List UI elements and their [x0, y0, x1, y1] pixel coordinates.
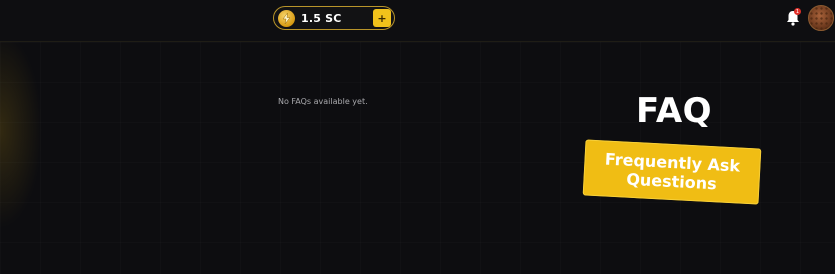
faq-page: 1.5 SC + 1 No FAQs available yet. FAQ Fr…: [0, 0, 835, 274]
add-funds-button[interactable]: +: [373, 9, 391, 27]
lightning-coin-icon: [278, 9, 295, 27]
avatar-texture: [809, 6, 833, 30]
faq-subtitle: Frequently Ask Questions: [604, 149, 741, 194]
top-bar: 1.5 SC + 1: [0, 0, 835, 42]
avatar[interactable]: [808, 5, 834, 31]
notification-badge: 1: [794, 8, 801, 15]
balance-amount: 1.5 SC: [301, 11, 342, 25]
faq-subtitle-sticker: Frequently Ask Questions: [582, 139, 762, 205]
balance-pill[interactable]: 1.5 SC +: [273, 6, 395, 30]
faq-title: FAQ: [636, 91, 713, 131]
empty-faq-message: No FAQs available yet.: [278, 97, 368, 106]
